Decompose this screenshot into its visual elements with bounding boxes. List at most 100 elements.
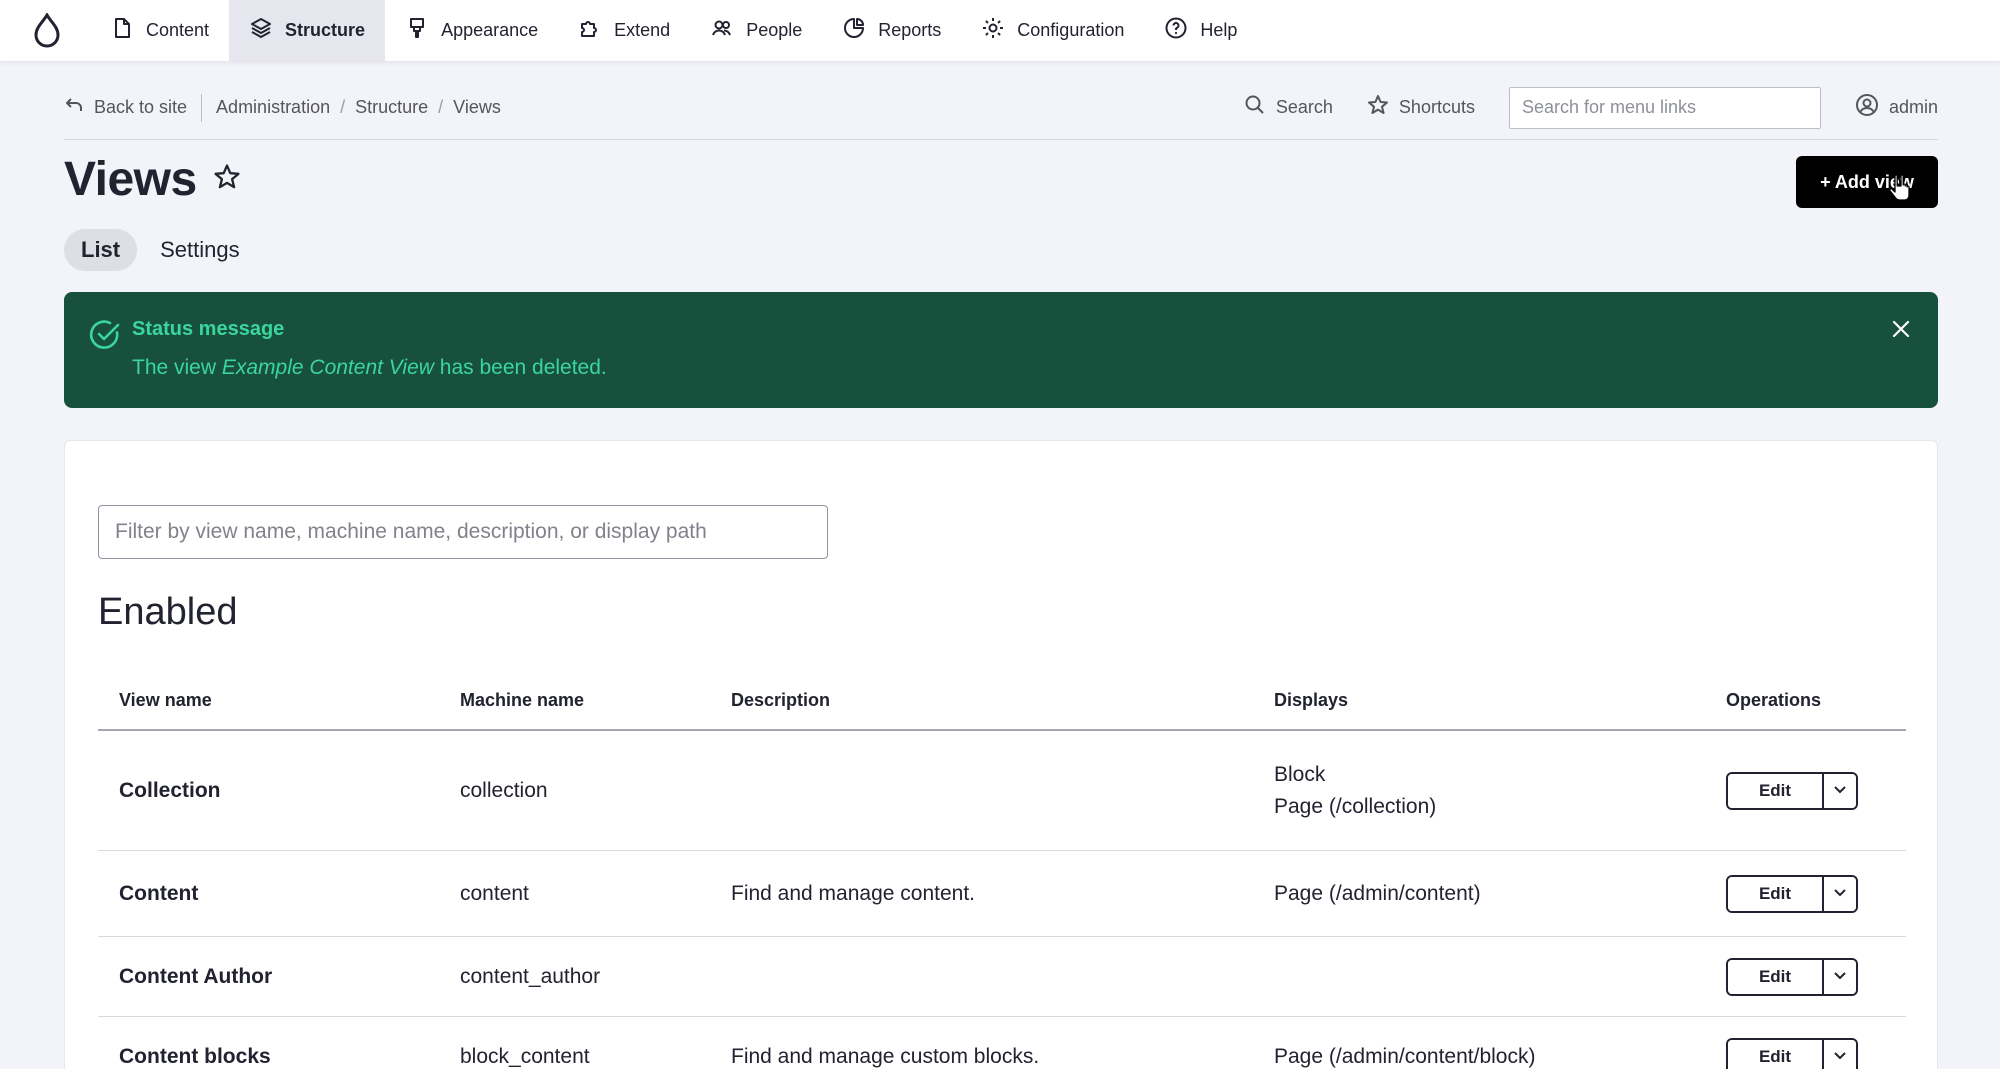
add-shortcut-star-icon[interactable]: [213, 163, 241, 196]
operations-toggle[interactable]: [1824, 876, 1856, 911]
star-icon: [1367, 94, 1389, 121]
display-item: Page (/admin/content): [1274, 881, 1481, 905]
chevron-down-icon: [1833, 783, 1847, 798]
breadcrumb-administration[interactable]: Administration: [216, 97, 330, 118]
search-icon: [1244, 94, 1266, 121]
table-row: Content Author content_author Edit: [98, 937, 1906, 1017]
toolbar-item-label: Content: [146, 20, 210, 40]
search-toggle[interactable]: Search: [1244, 94, 1333, 121]
toolbar-item-label: Extend: [614, 20, 671, 40]
page-title-wrapper: Views: [64, 152, 241, 207]
column-header-machine-name: Machine name: [460, 689, 585, 710]
toolbar-item-label: Configuration: [1017, 20, 1125, 40]
breadcrumb-structure[interactable]: Structure: [355, 97, 428, 118]
operations-cell: Edit: [1726, 1037, 1906, 1069]
table-row: Collection collection Block Page (/colle…: [98, 731, 1906, 851]
file-icon: [110, 16, 134, 45]
breadcrumb-separator: /: [438, 97, 444, 117]
shortcuts-toggle[interactable]: Shortcuts: [1367, 94, 1475, 121]
toolbar-item-reports[interactable]: Reports: [822, 0, 961, 61]
chevron-down-icon: [1833, 1049, 1847, 1064]
column-header-operations: Operations: [1726, 689, 1822, 710]
toolbar-item-label: Help: [1200, 20, 1238, 40]
section-title-enabled: Enabled: [98, 591, 238, 633]
brush-icon: [405, 16, 429, 45]
toolbar-item-label: Appearance: [441, 20, 539, 40]
displays-cell: Page (/admin/content): [1274, 878, 1726, 910]
table-row: Content blocks block_content Find and ma…: [98, 1017, 1906, 1069]
operations-dropbutton: Edit: [1726, 771, 1858, 810]
status-text: The view Example Content View has been d…: [132, 356, 607, 380]
user-label: admin: [1888, 97, 1938, 117]
edit-button[interactable]: Edit: [1728, 1039, 1824, 1069]
menu-links-search-input[interactable]: [1508, 86, 1821, 129]
back-arrow-icon: [64, 95, 84, 120]
user-avatar-icon: [1855, 93, 1879, 122]
machine-name-cell: collection: [460, 778, 548, 802]
operations-toggle[interactable]: [1824, 1039, 1856, 1069]
operations-cell: Edit: [1726, 957, 1906, 996]
tab-list[interactable]: List: [64, 229, 138, 271]
toolbar-item-structure[interactable]: Structure: [229, 0, 386, 61]
search-label: Search: [1275, 97, 1333, 117]
operations-toggle[interactable]: [1824, 773, 1856, 808]
toolbar-item-label: People: [746, 20, 803, 40]
breadcrumb: Administration / Structure / Views: [202, 97, 501, 118]
views-filter-input[interactable]: [98, 505, 828, 559]
views-table: View name Machine name Description Displ…: [98, 671, 1906, 1069]
column-header-description: Description: [731, 689, 831, 710]
status-text-suffix: has been deleted.: [433, 356, 607, 379]
breadcrumb-views[interactable]: Views: [453, 97, 501, 118]
puzzle-icon: [578, 16, 602, 45]
toolbar-item-configuration[interactable]: Configuration: [961, 0, 1144, 61]
operations-dropbutton: Edit: [1726, 957, 1858, 996]
operations-toggle[interactable]: [1824, 959, 1856, 994]
toolbar-item-label: Reports: [878, 20, 942, 40]
add-view-button[interactable]: + Add view: [1796, 156, 1938, 208]
displays-cell: Page (/admin/content/block): [1274, 1041, 1726, 1069]
display-item: Page (/collection): [1274, 794, 1437, 818]
edit-button[interactable]: Edit: [1728, 876, 1824, 911]
status-title: Status message: [132, 318, 285, 340]
display-item: Page (/admin/content/block): [1274, 1044, 1536, 1068]
machine-name-cell: block_content: [460, 1044, 590, 1068]
view-name-cell: Content: [119, 881, 199, 905]
description-cell: Find and manage content.: [731, 881, 976, 905]
breadcrumb-separator: /: [340, 97, 346, 117]
drupal-logo-icon[interactable]: [0, 0, 90, 61]
description-cell: Find and manage custom blocks.: [731, 1044, 1040, 1068]
chevron-down-icon: [1833, 886, 1847, 901]
back-to-site-label: Back to site: [94, 97, 188, 117]
toolbar-item-content[interactable]: Content: [90, 0, 229, 61]
displays-cell: Block Page (/collection): [1274, 759, 1726, 823]
view-name-cell: Content blocks: [119, 1044, 271, 1068]
toolbar-item-people[interactable]: People: [690, 0, 822, 61]
view-name-cell: Collection: [119, 778, 221, 802]
view-name-cell: Content Author: [119, 964, 273, 988]
edit-button[interactable]: Edit: [1728, 959, 1824, 994]
chevron-down-icon: [1833, 969, 1847, 984]
deleted-view-name: Example Content View: [221, 356, 434, 379]
secondary-toolbar: Back to site Administration / Structure …: [64, 76, 1938, 140]
user-menu[interactable]: admin: [1855, 93, 1938, 122]
table-header: View name Machine name Description Displ…: [98, 671, 1906, 731]
column-header-view-name: View name: [119, 689, 212, 710]
toolbar-item-label: Structure: [285, 20, 366, 40]
people-icon: [710, 16, 734, 45]
toolbar-item-appearance[interactable]: Appearance: [385, 0, 558, 61]
machine-name-cell: content: [460, 881, 529, 905]
admin-toolbar: Content Structure Appearance Extend Peop…: [0, 0, 2000, 62]
operations-cell: Edit: [1726, 874, 1906, 913]
back-to-site-link[interactable]: Back to site: [64, 93, 203, 122]
page-title: Views: [64, 153, 197, 206]
toolbar-item-extend[interactable]: Extend: [558, 0, 690, 61]
layers-icon: [249, 16, 273, 45]
status-message: Status message The view Example Content …: [64, 292, 1938, 408]
close-icon[interactable]: [1890, 318, 1912, 345]
pie-chart-icon: [842, 16, 866, 45]
gear-icon: [981, 16, 1005, 45]
toolbar-item-help[interactable]: Help: [1144, 0, 1257, 61]
edit-button[interactable]: Edit: [1728, 773, 1824, 808]
tab-settings[interactable]: Settings: [143, 229, 257, 271]
operations-dropbutton: Edit: [1726, 874, 1858, 913]
